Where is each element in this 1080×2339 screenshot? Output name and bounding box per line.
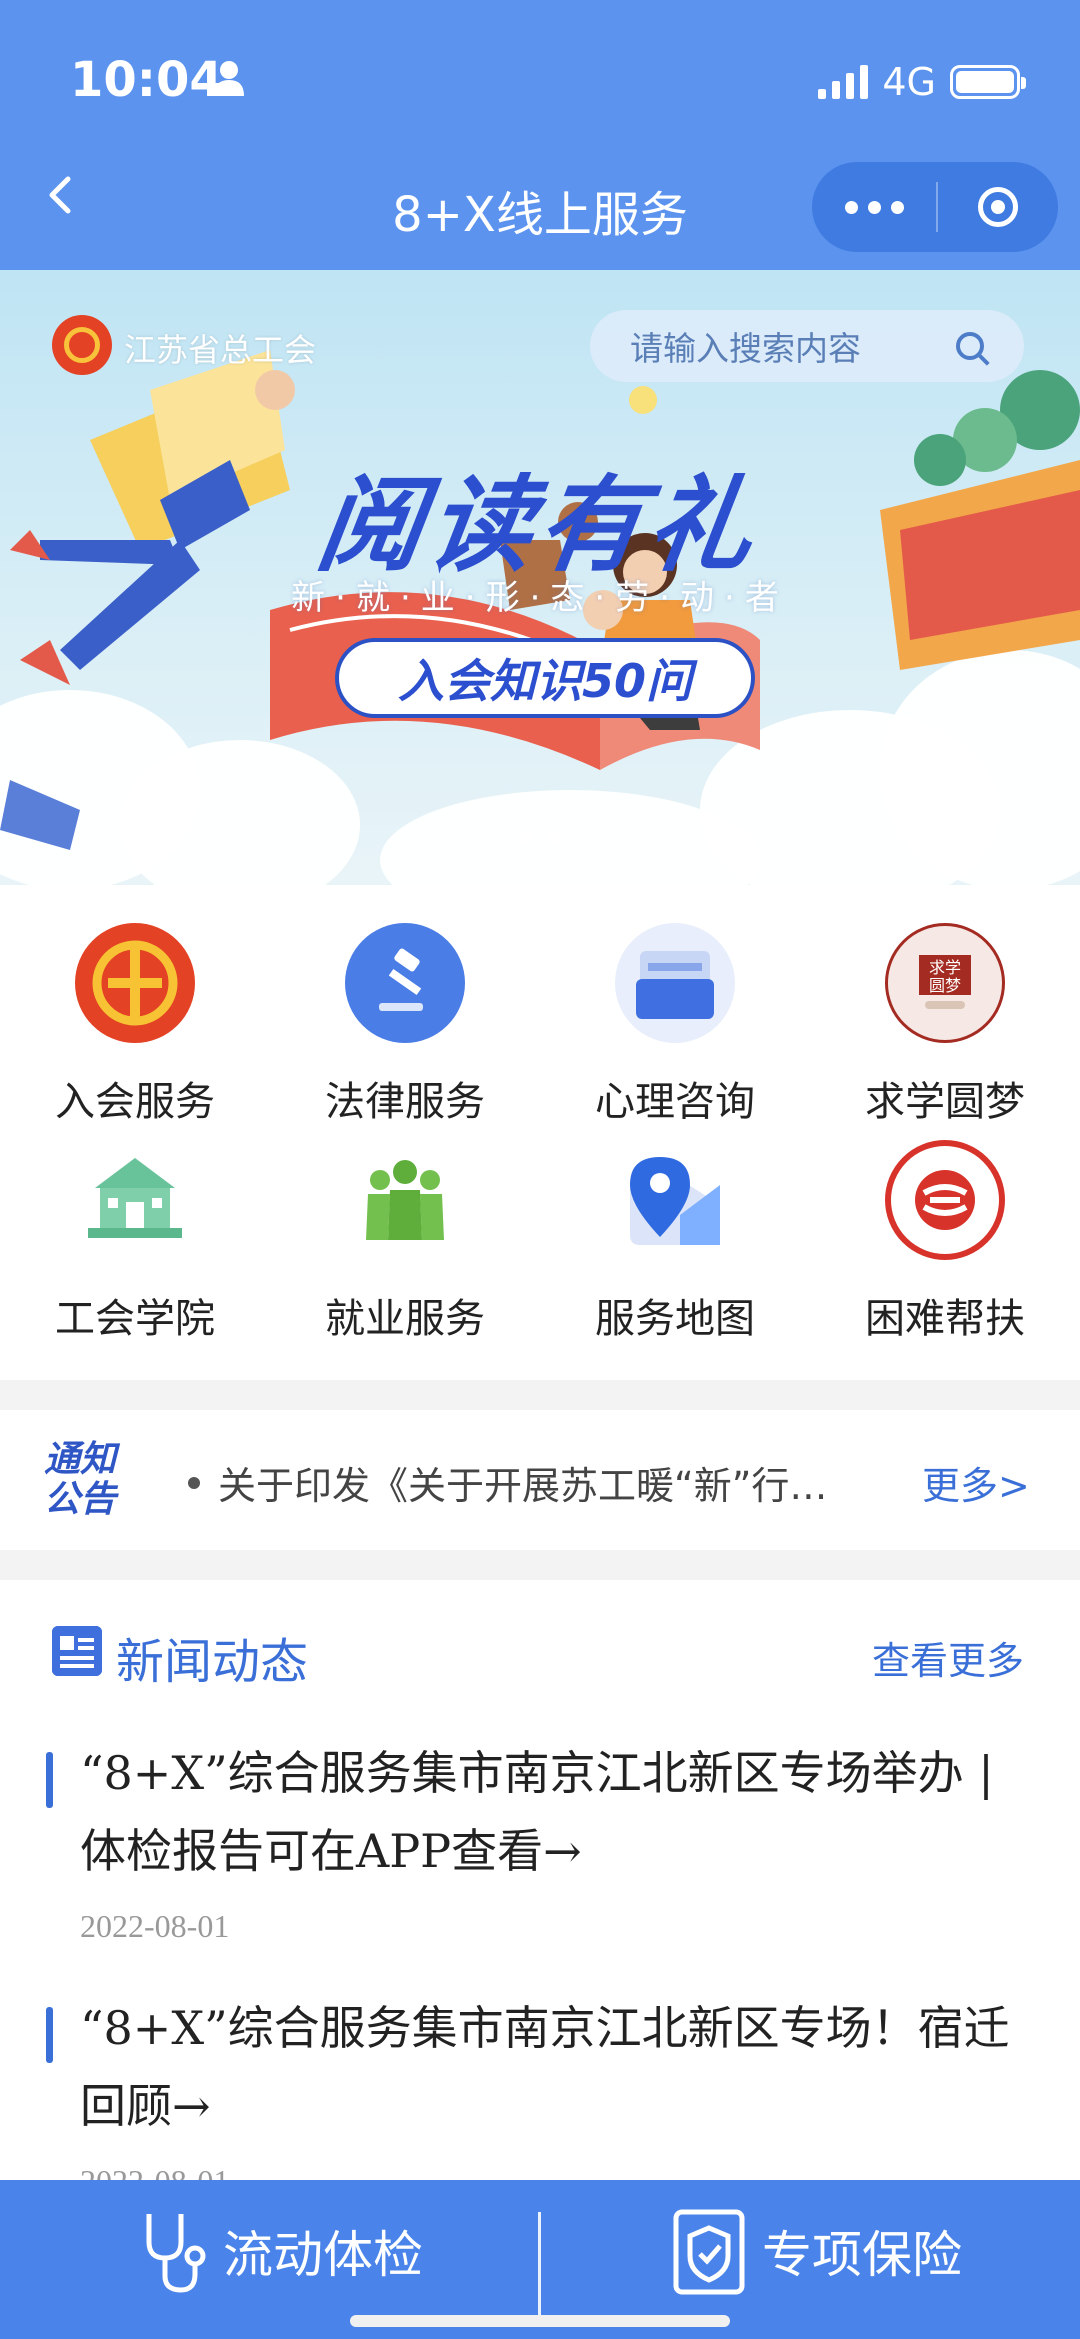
- mobile-checkup-label: 流动体检: [223, 2226, 423, 2284]
- aid-emblem-icon: [885, 1140, 1005, 1260]
- service-item-map[interactable]: 服务地图: [540, 1140, 810, 1344]
- home-indicator[interactable]: [350, 2315, 730, 2327]
- user-icon: [214, 61, 244, 96]
- news-item-title[interactable]: “8+X”综合服务集市南京江北新区专场！宿迁回顾→: [80, 1989, 1030, 2145]
- service-label: 困难帮扶: [865, 1296, 1025, 1342]
- service-label: 心理咨询: [595, 1079, 755, 1125]
- service-item-legal[interactable]: 法律服务: [270, 923, 540, 1127]
- banner-headline: 阅读有礼: [310, 464, 768, 586]
- people-icon: [345, 1140, 465, 1260]
- service-item-employment[interactable]: 就业服务: [270, 1140, 540, 1344]
- service-label: 工会学院: [55, 1296, 215, 1342]
- carousel-dot: [546, 830, 560, 844]
- diploma-icon: 求学 圆梦: [885, 923, 1005, 1043]
- signal-icon: [818, 65, 869, 99]
- service-grid: 入会服务 法律服务 心理咨询 求学 圆梦 求学圆梦 工会学院 就业服务 服务地图…: [0, 885, 1080, 1380]
- news-item-marker: [46, 1752, 53, 1808]
- top-bar: 10:04 4G 8+X线上服务: [0, 0, 1080, 270]
- close-miniapp-icon[interactable]: [938, 187, 1058, 227]
- status-time: 10:04: [70, 52, 223, 108]
- union-logo: [52, 315, 112, 375]
- service-label: 就业服务: [325, 1296, 485, 1342]
- bullet-icon: [188, 1477, 200, 1489]
- banner-subtitle: 新·就·业·形·态·劳·动·者: [291, 578, 789, 618]
- svg-text:求学: 求学: [929, 958, 961, 977]
- notice-badge: 通知 公告: [44, 1440, 116, 1520]
- service-item-aid[interactable]: 困难帮扶: [810, 1140, 1080, 1344]
- stethoscope-icon: [146, 2214, 206, 2293]
- notice-badge-line2: 公告: [44, 1479, 117, 1520]
- news-more-link[interactable]: 查看更多: [872, 1630, 1024, 1685]
- news-section-title: 新闻动态: [116, 1634, 309, 1690]
- status-right: 4G: [818, 60, 1026, 104]
- service-label: 入会服务: [55, 1079, 215, 1125]
- service-item-psych[interactable]: 心理咨询: [540, 923, 810, 1127]
- service-item-join[interactable]: 入会服务: [0, 923, 270, 1127]
- special-insurance-button[interactable]: 专项保险: [672, 2206, 962, 2296]
- news-icon: [52, 1626, 102, 1676]
- notice-text[interactable]: 关于印发《关于开展苏工暖“新”行…: [218, 1455, 827, 1510]
- special-insurance-label: 专项保险: [762, 2226, 962, 2284]
- news-section: 新闻动态 查看更多 “8+X”综合服务集市南京江北新区专场举办 | 体检报告可在…: [0, 1580, 1080, 2199]
- miniapp-capsule: [812, 162, 1058, 252]
- building-icon: [75, 1140, 195, 1260]
- banner-carousel[interactable]: 江苏省总工会 请输入搜索内容 阅读有礼 新·就·业·形·态·劳·动·者 入会知识…: [0, 270, 1080, 885]
- svg-text:圆梦: 圆梦: [929, 976, 961, 995]
- union-emblem-icon: [75, 923, 195, 1043]
- more-icon[interactable]: [812, 200, 936, 214]
- service-item-academy[interactable]: 工会学院: [0, 1140, 270, 1344]
- carousel-indicator: [520, 830, 560, 844]
- service-label: 求学圆梦: [865, 1079, 1025, 1125]
- search-input[interactable]: 请输入搜索内容: [630, 322, 956, 370]
- service-label: 服务地图: [595, 1296, 755, 1342]
- news-item[interactable]: “8+X”综合服务集市南京江北新区专场！宿迁回顾→ 2022-08-01: [0, 1995, 1080, 2199]
- notice-more-link[interactable]: 更多>: [922, 1455, 1030, 1510]
- notice-badge-line1: 通知: [44, 1439, 117, 1480]
- search-icon[interactable]: [956, 332, 984, 360]
- news-item-title[interactable]: “8+X”综合服务集市南京江北新区专场举办 | 体检报告可在APP查看→: [80, 1734, 1030, 1890]
- bottom-divider: [538, 2212, 541, 2322]
- search-bar[interactable]: 请输入搜索内容: [590, 310, 1024, 382]
- banner-pill[interactable]: 入会知识50问: [335, 638, 755, 718]
- org-name: 江苏省总工会: [124, 331, 317, 369]
- mobile-checkup-button[interactable]: 流动体检: [135, 2206, 423, 2296]
- folder-icon: [615, 923, 735, 1043]
- news-item[interactable]: “8+X”综合服务集市南京江北新区专场举办 | 体检报告可在APP查看→ 202…: [0, 1740, 1080, 1944]
- news-item-date: 2022-08-01: [80, 1908, 230, 1944]
- notice-bar[interactable]: 通知 公告 关于印发《关于开展苏工暖“新”行… 更多>: [0, 1410, 1080, 1550]
- news-item-marker: [46, 2007, 53, 2063]
- carousel-dot: [520, 830, 534, 844]
- shield-icon: [673, 2209, 745, 2295]
- battery-icon: [950, 65, 1026, 99]
- network-label: 4G: [882, 60, 936, 104]
- gavel-icon: [345, 923, 465, 1043]
- service-label: 法律服务: [325, 1079, 485, 1125]
- service-item-study[interactable]: 求学 圆梦 求学圆梦: [810, 923, 1080, 1127]
- map-pin-icon: [615, 1140, 735, 1260]
